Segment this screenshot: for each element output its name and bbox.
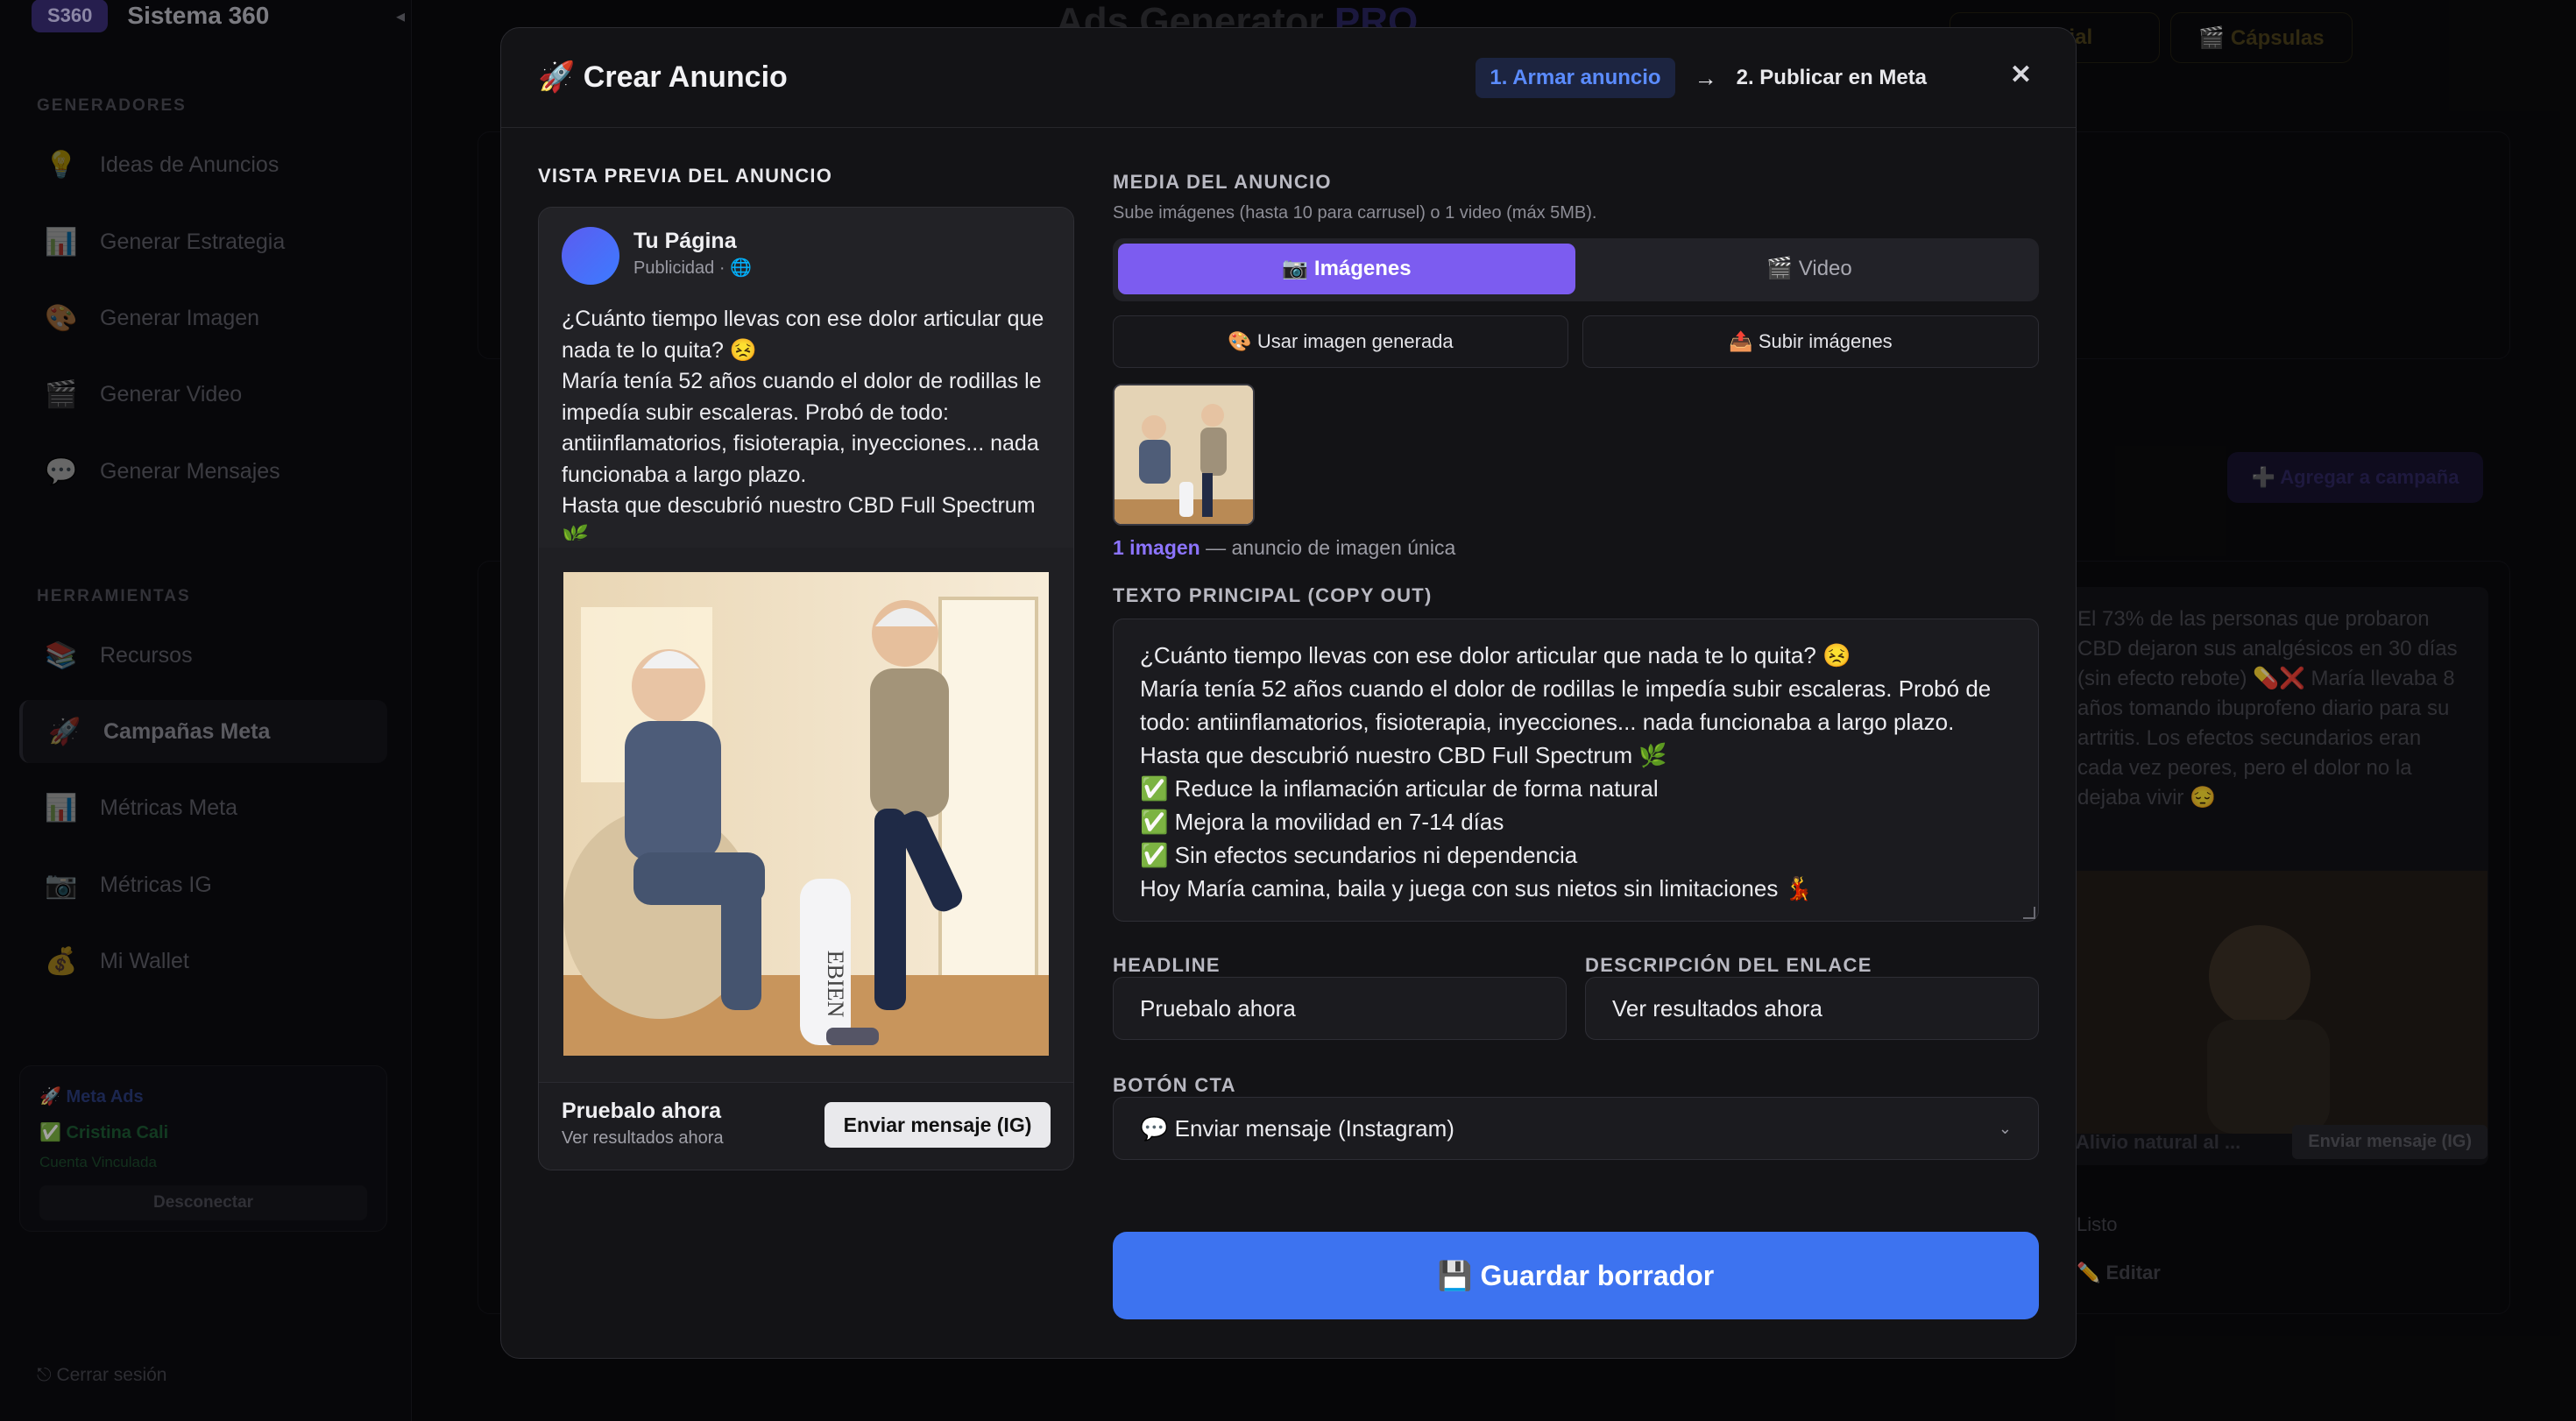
ad-preview-copy: ¿Cuánto tiempo llevas con ese dolor arti… [562, 307, 1044, 541]
preview-label: VISTA PREVIA DEL ANUNCIO [538, 165, 833, 187]
step-indicator: 1. Armar anuncio → 2. Publicar en Meta [1476, 58, 1927, 98]
cta-select-value: 💬 Enviar mensaje (Instagram) [1140, 1115, 1454, 1142]
link-description-input[interactable]: Ver resultados ahora [1585, 977, 2039, 1040]
step-1-active: 1. Armar anuncio [1476, 58, 1675, 98]
ad-preview-headline: Pruebalo ahora [562, 1099, 721, 1123]
ad-preview-image: EBIEN [563, 572, 1049, 1056]
chevron-down-icon: ⌄ [1998, 1120, 2012, 1137]
image-count-strong: 1 imagen [1113, 536, 1200, 559]
ad-preview-header: Tu Página Publicidad · 🌐 ¿Cuánto tiempo … [539, 208, 1073, 548]
media-type-toggle: 📷 Imágenes 🎬 Video [1113, 238, 2039, 301]
step-2: 2. Publicar en Meta [1736, 66, 1927, 89]
ad-preview-card: Tu Página Publicidad · 🌐 ¿Cuánto tiempo … [538, 207, 1074, 1170]
product-bottle-label: EBIEN [823, 951, 848, 1018]
ad-preview-footer: Pruebalo ahora Ver resultados ahora Envi… [539, 1082, 1073, 1170]
create-ad-modal: 🚀 Crear Anuncio 1. Armar anuncio → 2. Pu… [500, 27, 2077, 1359]
arrow-right-icon: → [1694, 64, 1717, 91]
ad-preview-cta-button: Enviar mensaje (IG) [824, 1102, 1051, 1148]
copy-textarea[interactable]: ¿Cuánto tiempo llevas con ese dolor arti… [1113, 619, 2039, 922]
tab-images[interactable]: 📷 Imágenes [1118, 244, 1575, 294]
close-icon[interactable]: ✕ [2010, 60, 2032, 90]
page-name: Tu Página [633, 229, 737, 253]
image-thumbnail[interactable] [1113, 384, 1255, 526]
avatar [562, 227, 619, 285]
upload-images-button[interactable]: 📤 Subir imágenes [1582, 315, 2039, 368]
tab-video[interactable]: 🎬 Video [1586, 244, 2033, 294]
ad-preview-description: Ver resultados ahora [562, 1128, 724, 1148]
use-generated-image-button[interactable]: 🎨 Usar imagen generada [1113, 315, 1568, 368]
sponsored-label: Publicidad · 🌐 [633, 258, 752, 278]
image-count-rest: — anuncio de imagen única [1200, 536, 1456, 559]
image-count: 1 imagen — anuncio de imagen única [1113, 536, 1455, 560]
modal-header: 🚀 Crear Anuncio 1. Armar anuncio → 2. Pu… [501, 28, 2076, 128]
media-hint: Sube imágenes (hasta 10 para carrusel) o… [1113, 203, 1597, 223]
cta-label: BOTÓN CTA [1113, 1074, 1236, 1096]
cta-select[interactable]: 💬 Enviar mensaje (Instagram) ⌄ [1113, 1097, 2039, 1160]
headline-input[interactable]: Pruebalo ahora [1113, 977, 1567, 1040]
headline-label: HEADLINE [1113, 954, 1221, 976]
link-description-label: DESCRIPCIÓN DEL ENLACE [1585, 954, 1872, 976]
media-label: MEDIA DEL ANUNCIO [1113, 171, 1332, 193]
save-draft-button[interactable]: 💾 Guardar borrador [1113, 1232, 2039, 1319]
resize-handle-icon[interactable] [2023, 907, 2035, 919]
copy-label: TEXTO PRINCIPAL (COPY OUT) [1113, 584, 1433, 606]
modal-title: 🚀 Crear Anuncio [538, 60, 788, 94]
